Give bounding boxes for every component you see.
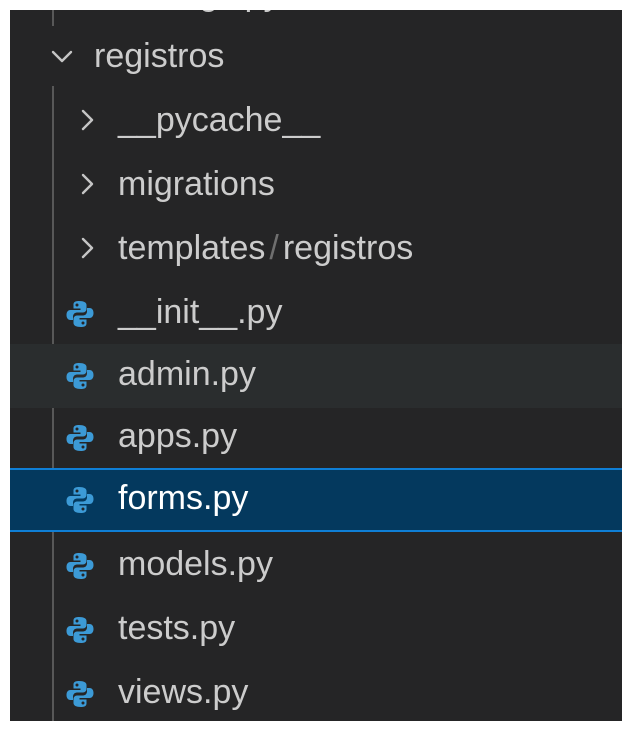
folder-segment-templates[interactable]: templates	[118, 229, 265, 267]
file-label: models.py	[118, 545, 273, 583]
path-separator: /	[269, 229, 279, 267]
folder-migrations[interactable]: migrations	[10, 154, 622, 218]
file-explorer: settings.py registros __pycache__ migrat…	[10, 10, 622, 721]
file-admin[interactable]: admin.py	[10, 344, 622, 408]
chevron-down-icon	[51, 50, 73, 63]
chevron-right-icon	[81, 109, 94, 131]
python-file-icon	[64, 614, 96, 646]
tree-item-label: settings.py	[118, 10, 281, 24]
python-file-icon	[64, 360, 96, 392]
python-file-icon	[64, 550, 96, 582]
file-label: forms.py	[118, 479, 249, 517]
file-label: admin.py	[118, 355, 256, 393]
file-models[interactable]: models.py	[10, 534, 622, 598]
file-apps[interactable]: apps.py	[10, 406, 622, 470]
python-file-icon	[64, 678, 96, 710]
compact-folder-label: templates / registros	[118, 218, 413, 278]
folder-registros[interactable]: registros	[10, 26, 622, 90]
folder-templates-registros[interactable]: templates / registros	[10, 218, 622, 282]
file-tests[interactable]: tests.py	[10, 598, 622, 662]
python-file-icon	[64, 422, 96, 454]
file-views[interactable]: views.py	[10, 662, 622, 721]
chevron-right-icon	[81, 237, 94, 259]
file-forms[interactable]: forms.py	[10, 468, 622, 532]
folder-segment-registros[interactable]: registros	[283, 229, 413, 267]
file-label: __init__.py	[118, 293, 283, 331]
folder-label: registros	[94, 37, 225, 75]
python-file-icon	[64, 298, 96, 330]
file-init[interactable]: __init__.py	[10, 282, 622, 346]
file-label: tests.py	[118, 609, 236, 647]
file-label: apps.py	[118, 417, 238, 455]
folder-label: migrations	[118, 165, 275, 203]
chevron-right-icon	[81, 173, 94, 195]
python-file-icon	[64, 484, 96, 516]
folder-label: __pycache__	[118, 101, 321, 139]
file-label: views.py	[118, 673, 249, 711]
folder-pycache[interactable]: __pycache__	[10, 90, 622, 154]
